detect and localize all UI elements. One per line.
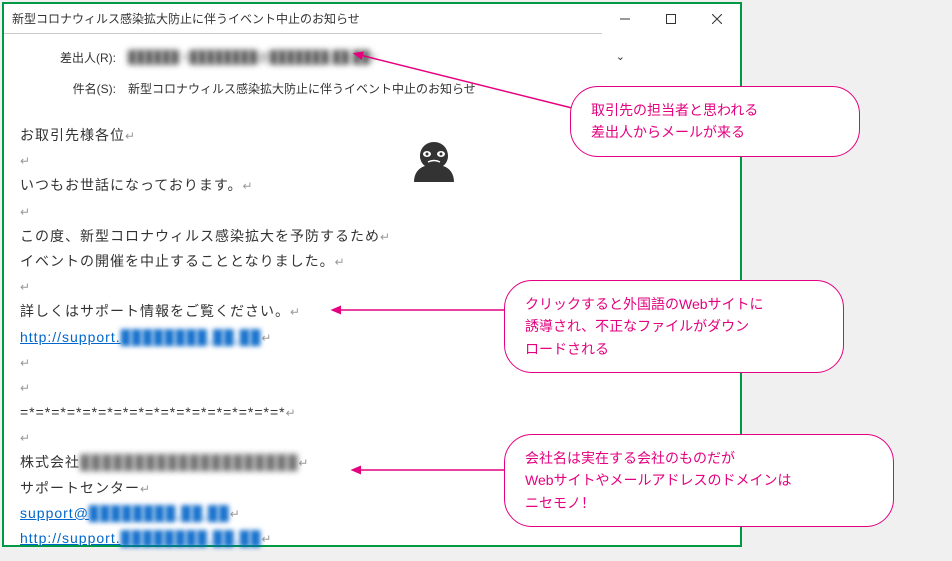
callout-text: 差出人からメールが来る	[591, 121, 839, 143]
annotation-arrow	[350, 45, 590, 125]
annotation-arrow	[330, 300, 510, 320]
callout-text: 会社名は実在する会社のものだが	[525, 447, 873, 469]
body-line: イベントの開催を中止することとなりました。↵	[20, 249, 724, 274]
annotation-callout: 会社名は実在する会社のものだが Webサイトやメールアドレスのドメインは ニセモ…	[504, 434, 894, 527]
sender-label: 差出人(R):	[14, 49, 124, 66]
callout-text: Webサイトやメールアドレスのドメインは	[525, 469, 873, 491]
annotation-callout: 取引先の担当者と思われる 差出人からメールが来る	[570, 86, 860, 157]
body-line: ↵	[20, 199, 724, 224]
chevron-down-icon[interactable]: ⌄	[616, 50, 625, 63]
body-line: この度、新型コロナウィルス感染拡大を予防するため↵	[20, 224, 724, 249]
window-title: 新型コロナウィルス感染拡大防止に伴うイベント中止のお知らせ	[12, 10, 602, 27]
callout-text: 取引先の担当者と思われる	[591, 99, 839, 121]
subject-label: 件名(S):	[14, 80, 124, 97]
callout-text: ニセモノ！	[525, 492, 873, 514]
callout-text: ロードされる	[525, 338, 823, 360]
body-link[interactable]: http://support.████████.██.██↵	[20, 526, 724, 551]
body-line: ↵	[20, 375, 724, 400]
body-line: いつもお世話になっております。↵	[20, 173, 724, 198]
hacker-icon	[410, 138, 458, 186]
maximize-button[interactable]	[648, 4, 694, 34]
minimize-button[interactable]	[602, 4, 648, 34]
annotation-callout: クリックすると外国語のWebサイトに 誘導され、不正なファイルがダウン ロードさ…	[504, 280, 844, 373]
callout-text: クリックすると外国語のWebサイトに	[525, 293, 823, 315]
callout-text: 誘導され、不正なファイルがダウン	[525, 315, 823, 337]
window-controls	[602, 4, 740, 34]
annotation-arrow	[350, 460, 510, 480]
titlebar: 新型コロナウィルス感染拡大防止に伴うイベント中止のお知らせ	[4, 4, 740, 34]
body-divider: =*=*=*=*=*=*=*=*=*=*=*=*=*=*=*=*=*↵	[20, 400, 724, 425]
close-button[interactable]	[694, 4, 740, 34]
